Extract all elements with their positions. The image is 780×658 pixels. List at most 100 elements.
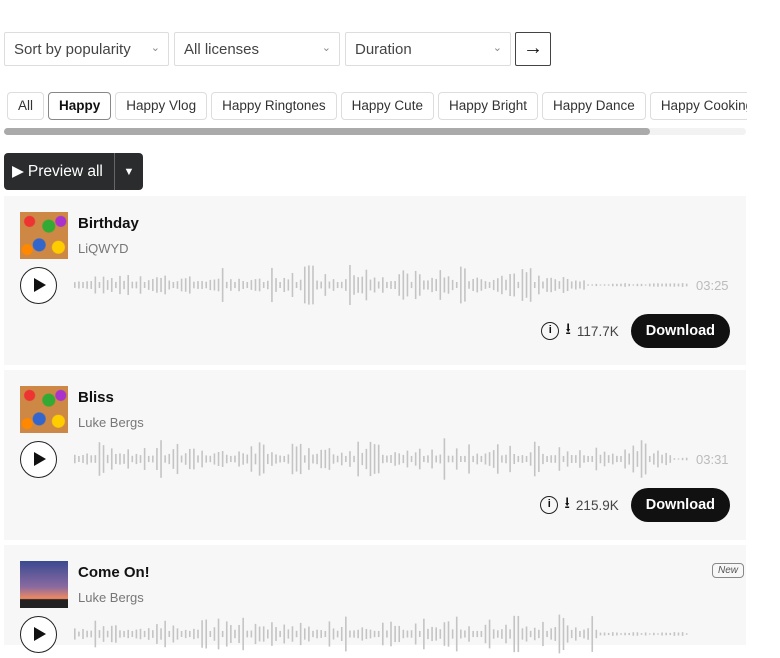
tag-happy-vlog[interactable]: Happy Vlog <box>115 92 208 120</box>
waveform-bar <box>546 278 548 292</box>
waveform-bar <box>476 453 479 465</box>
tag-happy-bright[interactable]: Happy Bright <box>437 92 538 120</box>
track-artwork[interactable] <box>20 386 68 433</box>
chevron-down-icon: ⌄ <box>150 42 160 54</box>
waveform-bar <box>653 453 655 465</box>
waveform-bar <box>685 283 688 287</box>
waveform-bar <box>332 628 335 640</box>
waveform-bar <box>579 450 581 468</box>
tag-happy-cooking[interactable]: Happy Cooking <box>649 92 747 120</box>
waveform-bar <box>640 633 643 635</box>
track-artist[interactable]: Luke Bergs <box>78 415 144 430</box>
waveform-bar <box>575 627 577 641</box>
waveform-bar <box>505 454 507 464</box>
tag-scrollbar[interactable] <box>4 128 746 135</box>
track-title[interactable]: Come On! <box>78 564 150 581</box>
waveform-bar <box>74 628 76 640</box>
waveform-bar <box>558 447 561 471</box>
waveform-bar <box>135 629 138 639</box>
waveform[interactable] <box>74 435 690 483</box>
waveform-bar <box>283 624 286 644</box>
waveform-bar <box>332 279 335 291</box>
waveform-bar <box>328 448 331 470</box>
track-artwork[interactable] <box>20 561 68 608</box>
preview-dropdown-button[interactable]: ▼ <box>114 153 143 190</box>
waveform-bar <box>188 630 191 638</box>
waveform-bar <box>131 281 134 289</box>
waveform-bar <box>188 276 191 294</box>
waveform-bar <box>324 449 327 469</box>
waveform-bar <box>258 278 261 292</box>
waveform-bar <box>636 283 639 287</box>
track-title[interactable]: Birthday <box>78 215 139 232</box>
waveform-bar <box>644 284 647 286</box>
play-button[interactable] <box>20 616 57 653</box>
waveform-bar <box>435 455 437 463</box>
waveform[interactable] <box>74 261 690 309</box>
waveform-bar <box>418 274 421 296</box>
waveform-bar <box>620 455 622 463</box>
duration-select[interactable]: Duration ⌄ <box>345 32 511 66</box>
waveform-bar <box>152 630 154 638</box>
waveform-bar <box>242 453 244 465</box>
play-button[interactable] <box>20 441 57 478</box>
waveform-bar <box>632 445 635 473</box>
waveform-bar <box>529 268 532 302</box>
play-button[interactable] <box>20 267 57 304</box>
waveform-bar <box>258 442 261 476</box>
tag-happy-cute[interactable]: Happy Cute <box>340 92 434 120</box>
tag-happy-dance[interactable]: Happy Dance <box>542 92 646 120</box>
track-artist[interactable]: LiQWYD <box>78 241 129 256</box>
waveform-bar <box>303 455 306 463</box>
track-card: Birthday LiQWYD 03:25 i ⭳ 117.7K Downloa… <box>4 196 746 365</box>
waveform-bar <box>86 630 88 638</box>
preview-all-button[interactable]: ▶ Preview all ▼ <box>4 153 143 190</box>
waveform-bar <box>427 280 429 290</box>
waveform-bar <box>566 278 569 292</box>
waveform-bar <box>127 275 129 295</box>
waveform-bar <box>677 458 680 460</box>
track-artwork[interactable] <box>20 212 68 259</box>
waveform-bar <box>525 272 528 298</box>
waveform-bar <box>90 281 93 289</box>
track-title[interactable]: Bliss <box>78 389 114 406</box>
waveform-bar <box>492 450 495 468</box>
waveform-bar <box>628 283 630 287</box>
waveform-bar <box>287 279 290 291</box>
tag-happy-ringtones[interactable]: Happy Ringtones <box>211 92 337 120</box>
scrollbar-thumb[interactable] <box>4 128 650 135</box>
waveform-bar <box>221 451 224 467</box>
sort-select[interactable]: Sort by popularity ⌄ <box>4 32 169 66</box>
license-select[interactable]: All licenses ⌄ <box>174 32 340 66</box>
waveform-bar <box>538 445 540 473</box>
waveform-bar <box>558 281 561 289</box>
waveform-bar <box>570 454 573 464</box>
waveform-bar <box>152 278 154 292</box>
license-info-icon[interactable]: i <box>541 322 560 340</box>
download-button[interactable]: Download <box>630 488 730 522</box>
apply-filters-button[interactable]: → <box>515 32 551 66</box>
waveform[interactable] <box>74 610 690 658</box>
waveform-bar <box>657 283 659 287</box>
waveform-bar <box>275 454 277 464</box>
waveform-bar <box>115 281 117 289</box>
waveform-bar <box>373 630 376 638</box>
waveform-bar <box>238 451 240 467</box>
tag-happy[interactable]: Happy <box>48 92 112 120</box>
waveform-bar <box>394 625 396 643</box>
waveform-bar <box>665 632 667 636</box>
waveform-bar <box>188 448 191 470</box>
tag-all[interactable]: All <box>7 92 45 120</box>
track-artist[interactable]: Luke Bergs <box>78 590 144 605</box>
waveform-bar <box>267 629 269 639</box>
waveform-bar <box>102 276 105 294</box>
waveform-bar <box>661 454 663 464</box>
license-info-icon[interactable]: i <box>540 496 559 514</box>
waveform-bar <box>611 632 614 636</box>
waveform-bar <box>653 283 655 287</box>
waveform-bar <box>418 630 421 638</box>
download-button[interactable]: Download <box>630 314 730 348</box>
waveform-bar <box>661 632 663 636</box>
waveform-bar <box>398 453 401 465</box>
waveform-bar <box>636 451 639 467</box>
